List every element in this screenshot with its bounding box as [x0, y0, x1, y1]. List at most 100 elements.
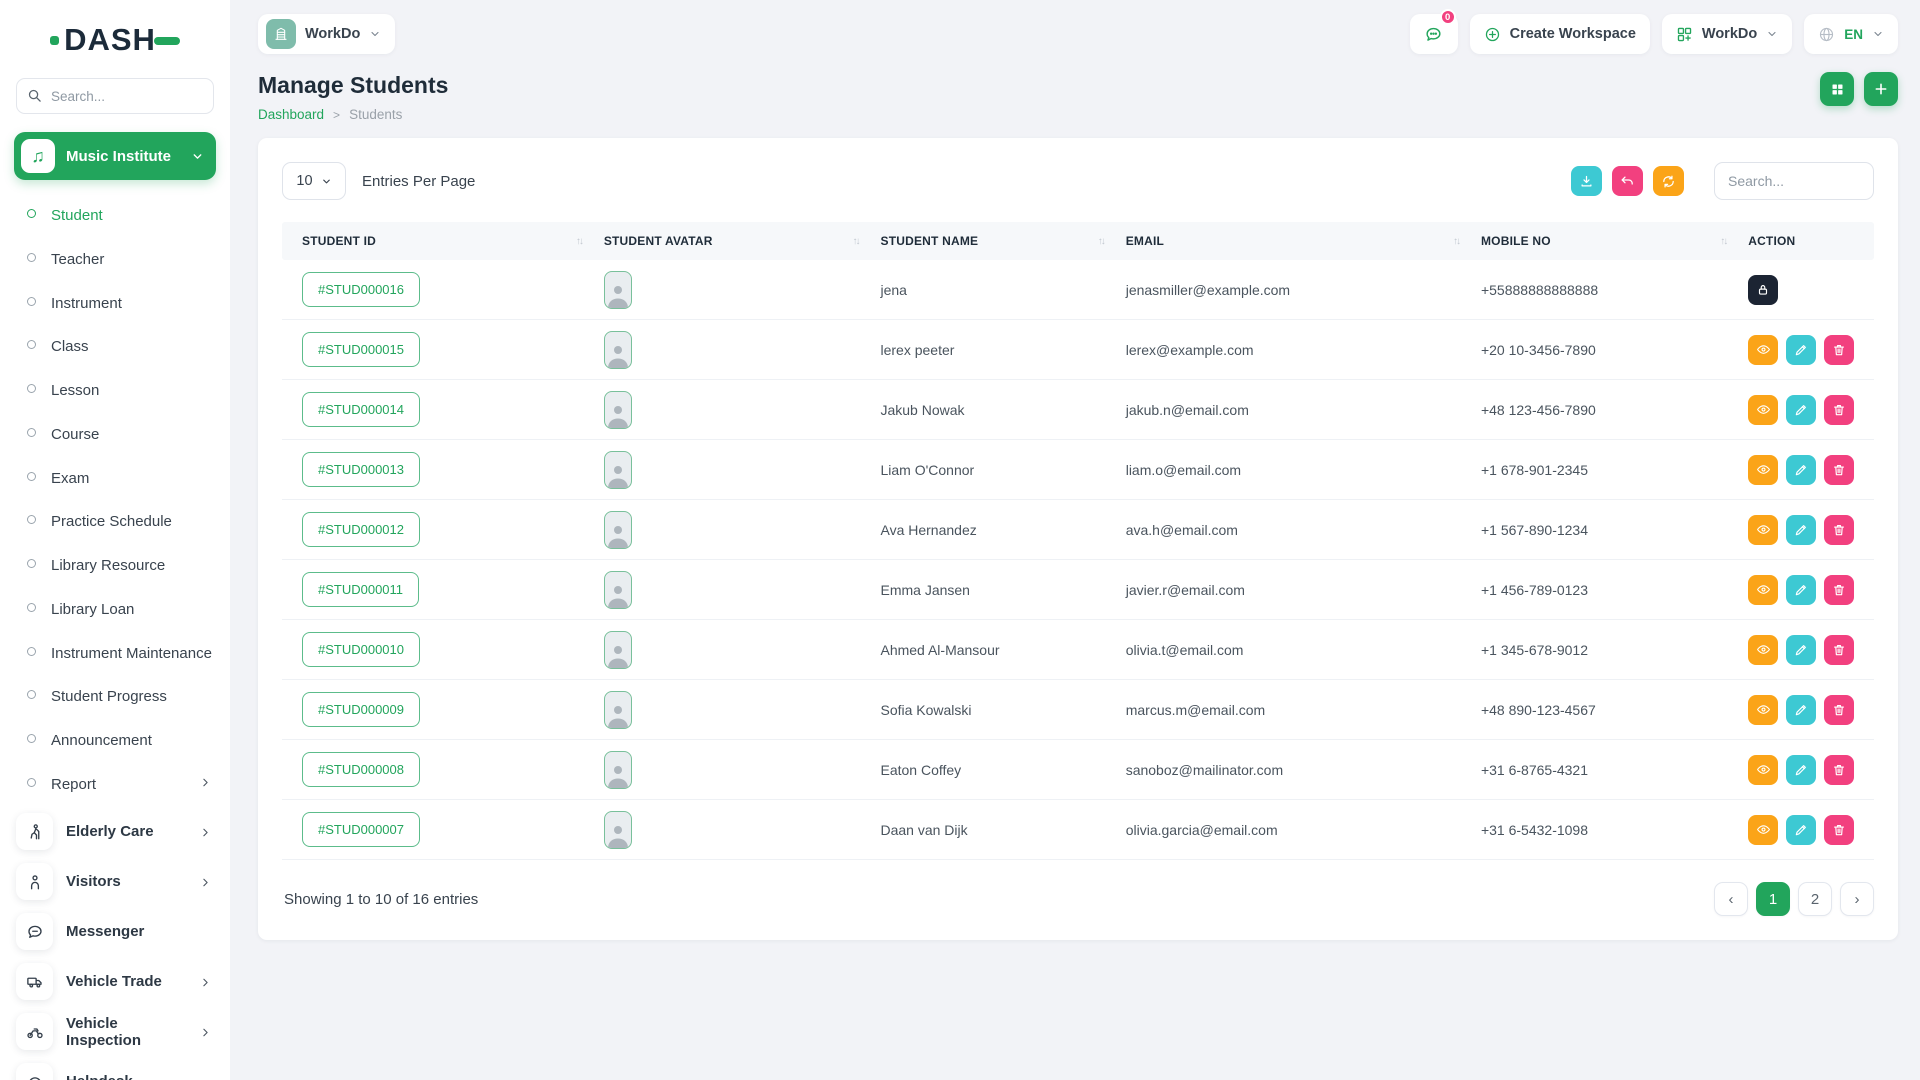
student-id-badge[interactable]: #STUD000013: [302, 452, 420, 487]
delete-button[interactable]: [1824, 575, 1854, 605]
grid-view-button[interactable]: [1820, 72, 1854, 106]
breadcrumb-dashboard-link[interactable]: Dashboard: [258, 107, 324, 122]
sidebar-item-helpdesk[interactable]: Helpdesk: [0, 1057, 230, 1080]
sidebar-item-visitors[interactable]: Visitors: [0, 857, 230, 907]
sidebar-menu-item[interactable]: Practice Schedule: [0, 500, 230, 544]
sidebar-menu-item[interactable]: Library Loan: [0, 588, 230, 632]
sidebar-menu-item[interactable]: Student: [0, 194, 230, 238]
view-button[interactable]: [1748, 815, 1778, 845]
entries-per-page-label: Entries Per Page: [362, 173, 475, 190]
sidebar-menu-item[interactable]: Teacher: [0, 238, 230, 282]
add-student-button[interactable]: [1864, 72, 1898, 106]
sidebar-menu-item[interactable]: Exam: [0, 457, 230, 501]
undo-button[interactable]: [1612, 166, 1643, 196]
students-card: 10 Entries Per Page: [258, 138, 1898, 940]
sidebar-menu-item[interactable]: Student Progress: [0, 675, 230, 719]
student-email: javier.r@email.com: [1126, 582, 1481, 598]
delete-button[interactable]: [1824, 755, 1854, 785]
sort-icon[interactable]: ↑↓: [1720, 236, 1726, 247]
workspace-selector[interactable]: ♫ Music Institute: [14, 132, 216, 180]
pagination-prev-button[interactable]: ‹: [1714, 882, 1748, 916]
sidebar-menu-item[interactable]: Announcement: [0, 719, 230, 763]
create-workspace-button[interactable]: Create Workspace: [1470, 14, 1650, 54]
sidebar-item-label: Visitors: [66, 873, 186, 890]
edit-button[interactable]: [1786, 515, 1816, 545]
view-button[interactable]: [1748, 455, 1778, 485]
column-header[interactable]: EMAIL ↑↓: [1126, 234, 1481, 248]
student-id-badge[interactable]: #STUD000015: [302, 332, 420, 367]
column-header[interactable]: STUDENT AVATAR ↑↓: [604, 234, 881, 248]
sort-icon[interactable]: ↑↓: [1098, 236, 1104, 247]
student-id-badge[interactable]: #STUD000010: [302, 632, 420, 667]
pagination-page-1[interactable]: 1: [1756, 882, 1790, 916]
entries-per-page-select[interactable]: 10: [282, 162, 346, 200]
view-button[interactable]: [1748, 635, 1778, 665]
view-button[interactable]: [1748, 575, 1778, 605]
export-download-button[interactable]: [1571, 166, 1602, 196]
sidebar-menu-item[interactable]: Instrument Maintenance: [0, 632, 230, 676]
student-email: lerex@example.com: [1126, 342, 1481, 358]
delete-button[interactable]: [1824, 455, 1854, 485]
workspace-dropdown[interactable]: WorkDo: [258, 14, 395, 54]
student-id-badge[interactable]: #STUD000016: [302, 272, 420, 307]
column-header[interactable]: ACTION: [1748, 234, 1874, 248]
view-button[interactable]: [1748, 515, 1778, 545]
delete-button[interactable]: [1824, 815, 1854, 845]
view-button[interactable]: [1748, 395, 1778, 425]
brand-logo[interactable]: DASH: [0, 14, 230, 66]
view-button[interactable]: [1748, 755, 1778, 785]
apps-dropdown[interactable]: WorkDo: [1662, 14, 1792, 54]
edit-button[interactable]: [1786, 575, 1816, 605]
delete-button[interactable]: [1824, 635, 1854, 665]
student-id-badge[interactable]: #STUD000012: [302, 512, 420, 547]
delete-button[interactable]: [1824, 335, 1854, 365]
sort-icon[interactable]: ↑↓: [1453, 236, 1459, 247]
sort-icon[interactable]: ↑↓: [852, 236, 858, 247]
student-mobile: +31 6-5432-1098: [1481, 822, 1748, 838]
edit-button[interactable]: [1786, 395, 1816, 425]
student-avatar: [604, 631, 632, 669]
column-header[interactable]: MOBILE NO ↑↓: [1481, 234, 1748, 248]
student-id-badge[interactable]: #STUD000007: [302, 812, 420, 847]
sidebar-item-vehicle-trade[interactable]: Vehicle Trade: [0, 957, 230, 1007]
student-avatar: [604, 391, 632, 429]
sidebar-item-messenger[interactable]: Messenger: [0, 907, 230, 957]
sidebar-menu-item[interactable]: Course: [0, 413, 230, 457]
language-dropdown[interactable]: EN: [1804, 14, 1898, 54]
delete-button[interactable]: [1824, 395, 1854, 425]
sidebar-menu-item[interactable]: Library Resource: [0, 544, 230, 588]
delete-button[interactable]: [1824, 695, 1854, 725]
sidebar-menu-item[interactable]: Report: [0, 763, 230, 807]
delete-button[interactable]: [1824, 515, 1854, 545]
lock-button[interactable]: [1748, 275, 1778, 305]
sidebar-menu-item[interactable]: Class: [0, 325, 230, 369]
view-button[interactable]: [1748, 695, 1778, 725]
sidebar-menu-item[interactable]: Lesson: [0, 369, 230, 413]
edit-button[interactable]: [1786, 695, 1816, 725]
student-id-badge[interactable]: #STUD000009: [302, 692, 420, 727]
refresh-button[interactable]: [1653, 166, 1684, 196]
edit-button[interactable]: [1786, 815, 1816, 845]
sidebar-menu-item[interactable]: Instrument: [0, 282, 230, 326]
student-id-badge[interactable]: #STUD000008: [302, 752, 420, 787]
sort-icon[interactable]: ↑↓: [576, 236, 582, 247]
sidebar-item-elderly-care[interactable]: Elderly Care: [0, 807, 230, 857]
student-id-badge[interactable]: #STUD000014: [302, 392, 420, 427]
messages-button[interactable]: 0: [1410, 14, 1458, 54]
student-email: olivia.t@email.com: [1126, 642, 1481, 658]
column-header-label: EMAIL: [1126, 234, 1164, 248]
column-header[interactable]: STUDENT NAME ↑↓: [880, 234, 1125, 248]
pagination-page-2[interactable]: 2: [1798, 882, 1832, 916]
sidebar-search-input[interactable]: [16, 78, 214, 114]
column-header[interactable]: STUDENT ID ↑↓: [302, 234, 604, 248]
table-search-input[interactable]: [1714, 162, 1874, 200]
view-button[interactable]: [1748, 335, 1778, 365]
pagination-next-button[interactable]: ›: [1840, 882, 1874, 916]
sidebar-item-vehicle-inspection[interactable]: Vehicle Inspection: [0, 1007, 230, 1057]
edit-button[interactable]: [1786, 455, 1816, 485]
edit-button[interactable]: [1786, 335, 1816, 365]
sidebar-menu-item-label: Library Resource: [51, 555, 212, 577]
student-id-badge[interactable]: #STUD000011: [302, 572, 419, 607]
edit-button[interactable]: [1786, 635, 1816, 665]
edit-button[interactable]: [1786, 755, 1816, 785]
